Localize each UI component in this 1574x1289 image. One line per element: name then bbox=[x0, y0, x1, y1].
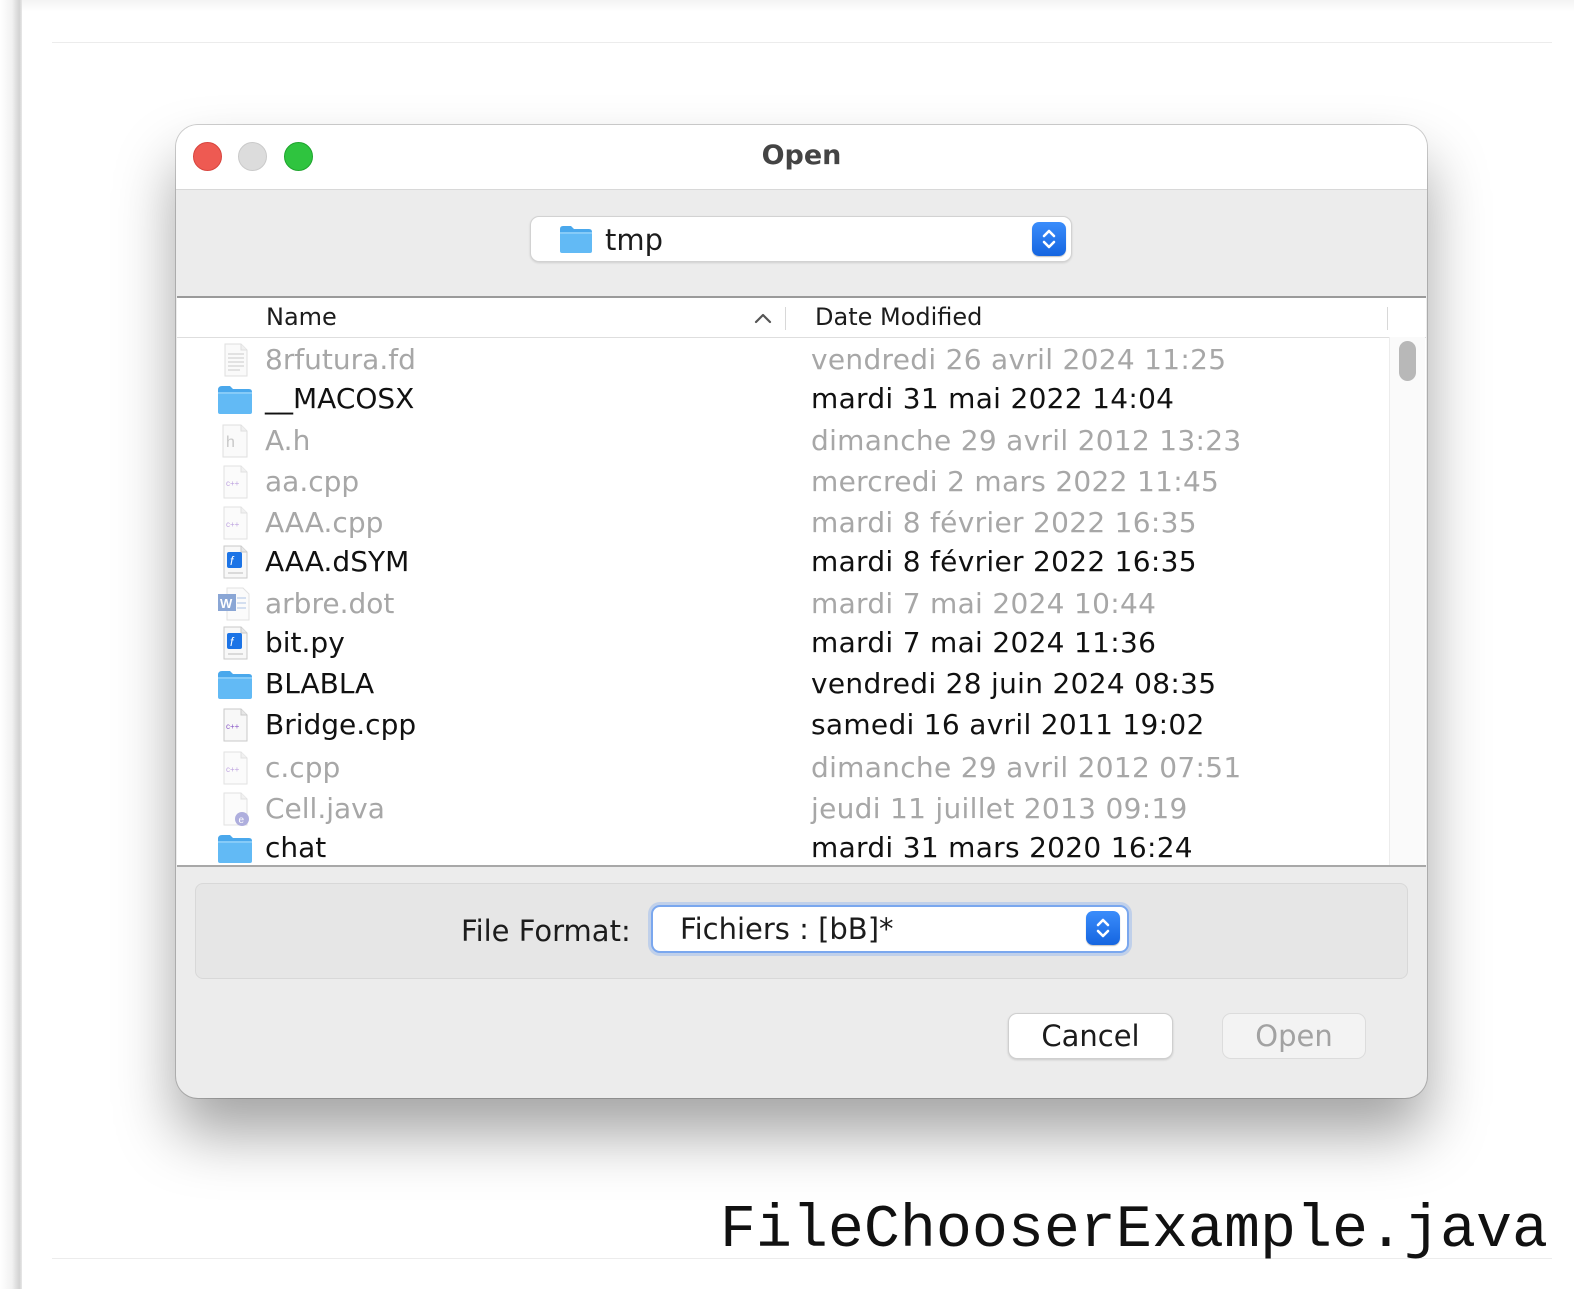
file-date-modified: vendredi 26 avril 2024 11:25 bbox=[811, 343, 1227, 376]
svg-text:c++: c++ bbox=[226, 765, 240, 774]
file-format-select[interactable]: Fichiers : [bB]* bbox=[651, 905, 1129, 953]
cpp-file-icon: c++ bbox=[215, 750, 255, 786]
file-name: __MACOSX bbox=[265, 382, 415, 415]
file-format-panel: File Format: Fichiers : [bB]* bbox=[195, 883, 1408, 979]
table-row[interactable]: f AAA.dSYM mardi 8 février 2022 16:35 bbox=[177, 541, 1389, 582]
file-date-modified: dimanche 29 avril 2012 13:23 bbox=[811, 424, 1242, 457]
file-name: Cell.java bbox=[265, 792, 385, 825]
svg-text:W: W bbox=[220, 596, 233, 611]
header-file-icon: h bbox=[215, 423, 255, 459]
file-name: arbre.dot bbox=[265, 587, 395, 620]
file-date-modified: mardi 7 mai 2024 10:44 bbox=[811, 587, 1157, 620]
file-name: A.h bbox=[265, 424, 311, 457]
folder-selector-value: tmp bbox=[605, 223, 664, 257]
table-row[interactable]: c++ AAA.cpp mardi 8 février 2022 16:35 bbox=[177, 502, 1389, 543]
table-row[interactable]: c++ c.cpp dimanche 29 avril 2012 07:51 bbox=[177, 747, 1389, 788]
svg-text:c++: c++ bbox=[226, 479, 240, 488]
open-button[interactable]: Open bbox=[1222, 1013, 1366, 1059]
page-top-edge bbox=[22, 0, 1574, 12]
svg-text:h: h bbox=[226, 434, 235, 451]
vertical-scrollbar[interactable] bbox=[1389, 337, 1425, 865]
column-divider[interactable] bbox=[1387, 307, 1388, 330]
chevron-updown-icon[interactable] bbox=[1032, 222, 1066, 256]
script-file-icon: f bbox=[215, 544, 255, 580]
table-row[interactable]: f bit.py mardi 7 mai 2024 11:36 bbox=[177, 622, 1389, 663]
table-row[interactable]: 8rfutura.fd vendredi 26 avril 2024 11:25 bbox=[177, 339, 1389, 380]
table-row[interactable]: __MACOSX mardi 31 mai 2022 14:04 bbox=[177, 378, 1389, 419]
file-format-label: File Format: bbox=[461, 914, 631, 948]
cancel-button[interactable]: Cancel bbox=[1008, 1013, 1173, 1059]
file-date-modified: mardi 31 mars 2020 16:24 bbox=[811, 831, 1193, 864]
file-date-modified: mardi 8 février 2022 16:35 bbox=[811, 545, 1197, 578]
open-file-dialog: Open tmp Name Date Modified 8rfutura.fd v… bbox=[176, 125, 1427, 1098]
file-rows: 8rfutura.fd vendredi 26 avril 2024 11:25 _… bbox=[177, 337, 1389, 865]
file-name: aa.cpp bbox=[265, 465, 360, 498]
page-divider-top bbox=[52, 42, 1552, 43]
java-file-icon: e bbox=[215, 791, 255, 827]
chevron-updown-icon[interactable] bbox=[1086, 911, 1120, 945]
column-header-name[interactable]: Name bbox=[266, 298, 337, 337]
dialog-title: Open bbox=[761, 140, 842, 171]
caption-filename: FileChooserExample.java bbox=[719, 1197, 1548, 1265]
table-header: Name Date Modified bbox=[177, 298, 1426, 338]
file-name: BLABLA bbox=[265, 667, 375, 700]
table-row[interactable]: Warbre.dot mardi 7 mai 2024 10:44 bbox=[177, 583, 1389, 624]
scrollbar-thumb[interactable] bbox=[1399, 341, 1416, 381]
file-date-modified: mercredi 2 mars 2022 11:45 bbox=[811, 465, 1220, 498]
file-name: c.cpp bbox=[265, 751, 341, 784]
file-format-value: Fichiers : [bB]* bbox=[680, 912, 894, 946]
folder-icon bbox=[215, 666, 255, 702]
file-name: Bridge.cpp bbox=[265, 708, 417, 741]
file-date-modified: dimanche 29 avril 2012 07:51 bbox=[811, 751, 1242, 784]
file-date-modified: mardi 7 mai 2024 11:36 bbox=[811, 626, 1157, 659]
file-date-modified: vendredi 28 juin 2024 08:35 bbox=[811, 667, 1217, 700]
text-file-icon bbox=[215, 342, 255, 378]
svg-text:e: e bbox=[239, 815, 245, 826]
table-row[interactable]: c++ aa.cpp mercredi 2 mars 2022 11:45 bbox=[177, 461, 1389, 502]
title-bar: Open bbox=[176, 125, 1427, 190]
folder-icon bbox=[560, 226, 592, 253]
file-date-modified: samedi 16 avril 2011 19:02 bbox=[811, 708, 1205, 741]
cpp-file-icon: c++ bbox=[215, 707, 255, 743]
folder-selector[interactable]: tmp bbox=[530, 216, 1072, 262]
file-date-modified: jeudi 11 juillet 2013 09:19 bbox=[811, 792, 1188, 825]
file-date-modified: mardi 31 mai 2022 14:04 bbox=[811, 382, 1175, 415]
svg-text:c++: c++ bbox=[226, 722, 240, 731]
column-header-date-modified[interactable]: Date Modified bbox=[815, 298, 982, 337]
file-date-modified: mardi 8 février 2022 16:35 bbox=[811, 506, 1197, 539]
svg-text:c++: c++ bbox=[226, 520, 240, 529]
table-row[interactable]: e Cell.java jeudi 11 juillet 2013 09:19 bbox=[177, 788, 1389, 829]
folder-icon bbox=[215, 830, 255, 865]
script-file-icon: f bbox=[215, 625, 255, 661]
cpp-file-icon: c++ bbox=[215, 505, 255, 541]
table-row[interactable]: chat mardi 31 mars 2020 16:24 bbox=[177, 827, 1389, 865]
file-name: AAA.cpp bbox=[265, 506, 384, 539]
file-name: 8rfutura.fd bbox=[265, 343, 416, 376]
sort-ascending-icon bbox=[754, 313, 772, 324]
file-name: bit.py bbox=[265, 626, 345, 659]
table-row[interactable]: c++ Bridge.cpp samedi 16 avril 2011 19:02 bbox=[177, 704, 1389, 745]
cpp-file-icon: c++ bbox=[215, 464, 255, 500]
column-divider[interactable] bbox=[785, 307, 786, 330]
table-row[interactable]: h A.h dimanche 29 avril 2012 13:23 bbox=[177, 420, 1389, 461]
file-name: chat bbox=[265, 831, 327, 864]
table-row[interactable]: BLABLA vendredi 28 juin 2024 08:35 bbox=[177, 663, 1389, 704]
folder-icon bbox=[215, 381, 255, 417]
file-list-table: Name Date Modified 8rfutura.fd vendredi 2… bbox=[177, 296, 1426, 867]
file-name: AAA.dSYM bbox=[265, 545, 410, 578]
word-document-icon: W bbox=[215, 586, 255, 622]
page-edge-shadow bbox=[0, 0, 22, 1289]
